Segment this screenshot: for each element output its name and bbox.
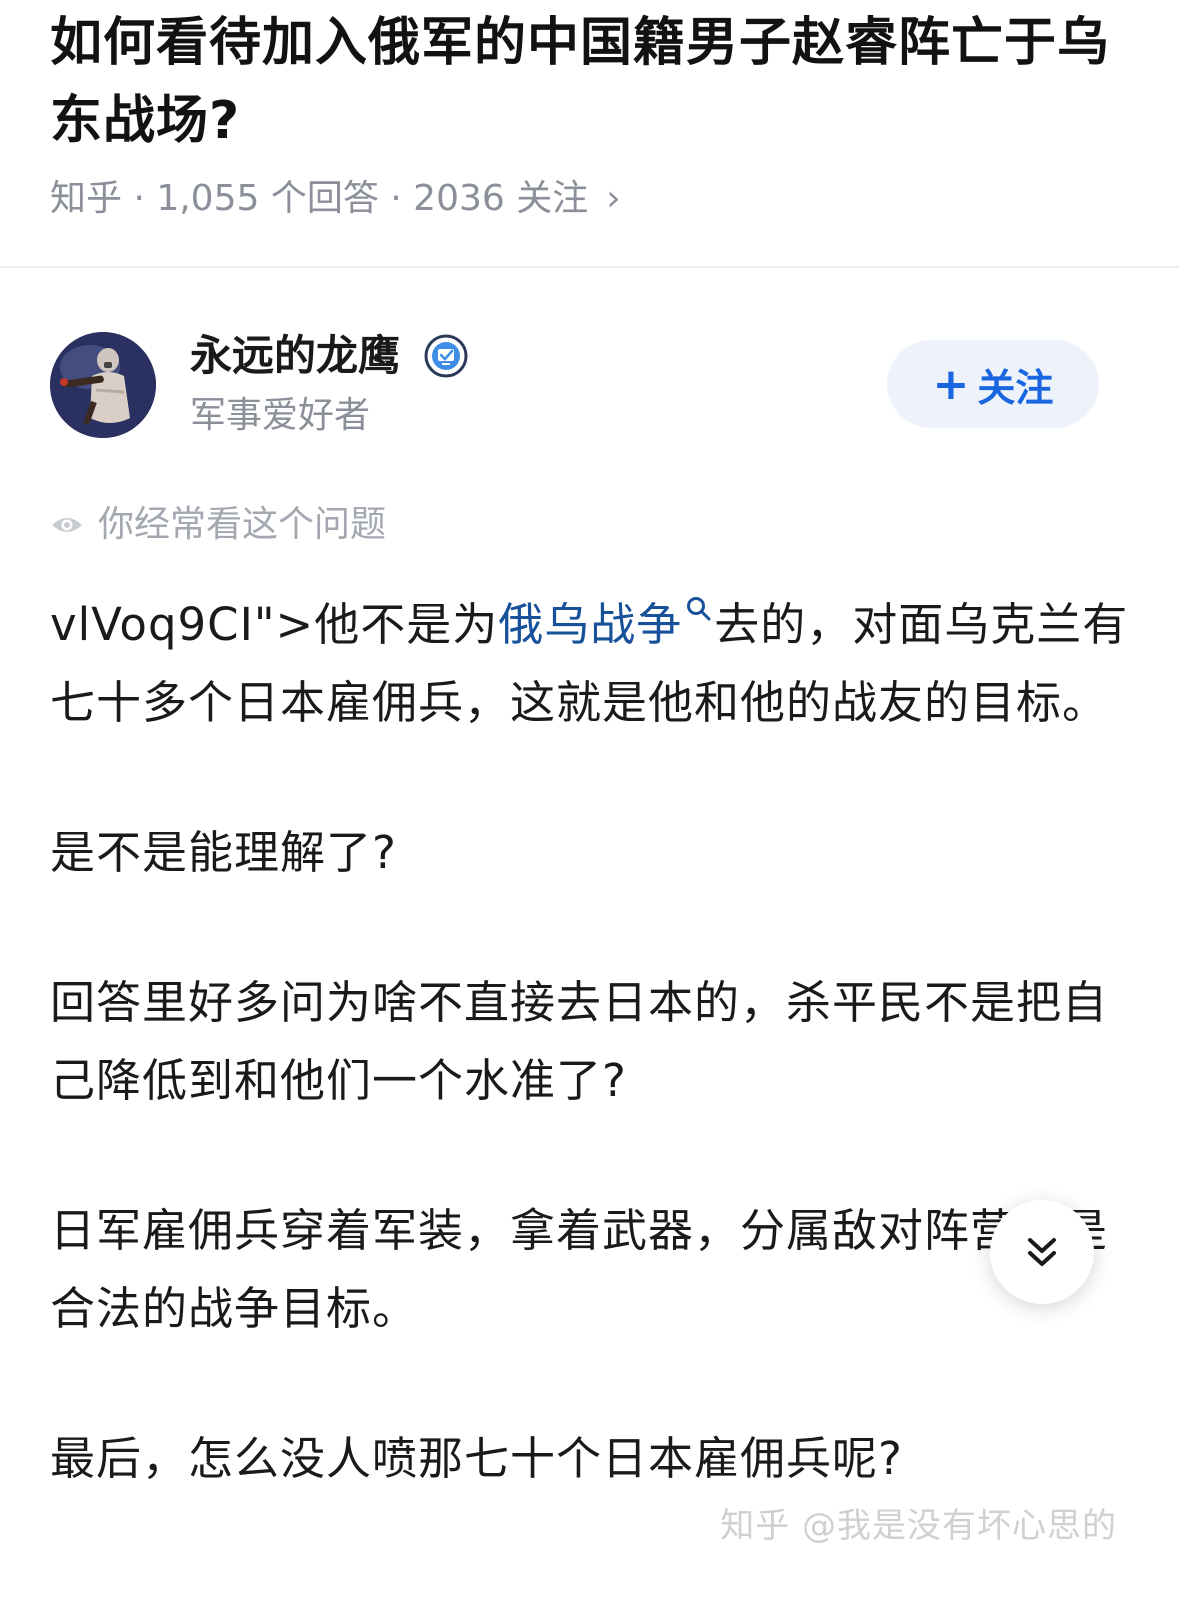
question-meta[interactable]: 知乎 · 1,055 个回答 · 2036 关注 › xyxy=(50,174,1129,224)
answer-paragraph-5: 最后，怎么没人喷那七十个日本雇佣兵呢? xyxy=(50,1432,903,1485)
avatar-image xyxy=(50,332,156,438)
follow-label: 关注 xyxy=(977,365,1054,410)
author-info: 永远的龙鹰 军事爱好者 xyxy=(190,329,468,441)
answer-paragraph-1: vlVoq9CI">他不是为俄乌战争 去的，对面乌克兰有七十多个日本雇佣兵，这就是… xyxy=(50,586,1129,742)
chevron-right-icon: › xyxy=(606,178,621,219)
author-name-line: 永远的龙鹰 xyxy=(190,329,468,383)
answer-page: 如何看待加入俄军的中国籍男子赵睿阵亡于乌东战场? 知乎 · 1,055 个回答 … xyxy=(0,0,1179,1613)
answer-paragraph-3: 回答里好多问为啥不直接去日本的，杀平民不是把自己降低到和他们一个水准了? xyxy=(50,976,1109,1107)
frequent-view-hint: 你经常看这个问题 xyxy=(0,500,1179,550)
question-meta-text: 知乎 · 1,055 个回答 · 2036 关注 xyxy=(50,178,589,219)
double-chevron-down-icon xyxy=(1028,1238,1056,1266)
author-row: 永远的龙鹰 军事爱好者 + 关注 xyxy=(0,330,1179,440)
header-divider xyxy=(0,266,1179,268)
expand-button[interactable] xyxy=(990,1200,1094,1304)
avatar[interactable] xyxy=(50,332,156,438)
answer-paragraph-4: 日军雇佣兵穿着军装，拿着武器，分属敌对阵营。是合法的战争目标。 xyxy=(50,1204,1109,1335)
search-icon[interactable] xyxy=(684,594,714,624)
author-name[interactable]: 永远的龙鹰 xyxy=(190,329,400,383)
answer-p1-prefix: vlVoq9CI">他不是为 xyxy=(50,598,499,651)
plus-icon: + xyxy=(932,358,970,410)
question-title[interactable]: 如何看待加入俄军的中国籍男子赵睿阵亡于乌东战场? xyxy=(50,4,1140,160)
verified-badge-icon xyxy=(424,334,468,378)
hint-text: 你经常看这个问题 xyxy=(98,504,387,545)
question-header: 如何看待加入俄军的中国籍男子赵睿阵亡于乌东战场? 知乎 · 1,055 个回答 … xyxy=(0,4,1179,224)
follow-button[interactable]: + 关注 xyxy=(887,340,1099,428)
eye-icon xyxy=(52,518,82,532)
answer-paragraph-2: 是不是能理解了? xyxy=(50,826,397,879)
topic-link[interactable]: 俄乌战争 xyxy=(498,598,682,651)
author-bio: 军事爱好者 xyxy=(190,395,371,436)
watermark: 知乎 @我是没有坏心思的 xyxy=(720,1506,1117,1546)
answer-body: vlVoq9CI">他不是为俄乌战争 去的，对面乌克兰有七十多个日本雇佣兵，这就是… xyxy=(0,586,1179,1498)
